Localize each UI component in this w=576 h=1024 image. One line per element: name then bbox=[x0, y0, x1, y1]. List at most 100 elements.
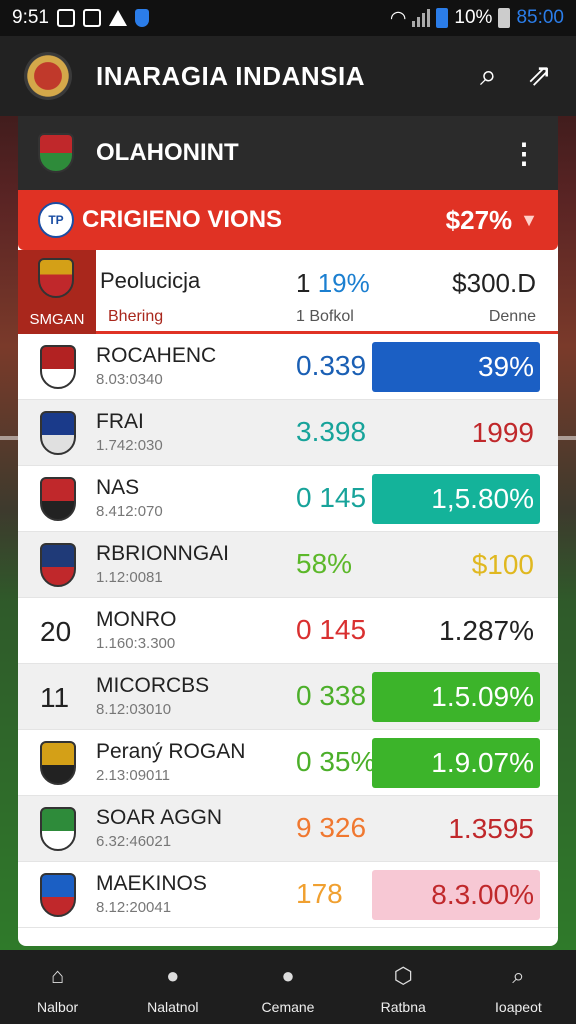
team-sub: 8.12:20041 bbox=[96, 899, 172, 916]
team-value: 39% bbox=[372, 342, 540, 392]
team-sub: 2.13:09011 bbox=[96, 767, 170, 784]
signal-icon bbox=[412, 9, 431, 27]
team-name: RBRIONNGAI bbox=[96, 542, 230, 565]
highlight-banner[interactable]: TP CRIGIENO VIONS $27% ▼ bbox=[18, 190, 558, 250]
team-sub: 8.12:03010 bbox=[96, 701, 172, 718]
banner-icon: TP bbox=[38, 202, 74, 238]
team-mid-value: 0 145 bbox=[296, 614, 367, 645]
col3-title: $300.D bbox=[452, 268, 536, 298]
team-crest-icon bbox=[40, 345, 76, 389]
team-crest-icon bbox=[40, 741, 76, 785]
table-row[interactable]: NAS 8.412:070 0 145 1,5.80% bbox=[18, 466, 558, 532]
nav-label: Nalatnol bbox=[147, 999, 199, 1015]
team-value: 1.5.09% bbox=[372, 672, 540, 722]
team-rank: 20 bbox=[40, 616, 72, 647]
team-value: 1.3595 bbox=[448, 813, 534, 844]
battery2-icon bbox=[498, 8, 511, 28]
team-name: MONRO bbox=[96, 608, 177, 631]
app-bar: INARAGIA INDANSIA ⌕ ⇗ bbox=[0, 36, 576, 116]
team-crest-icon bbox=[40, 873, 76, 917]
team-crest-icon bbox=[40, 543, 76, 587]
nav-item-cemane[interactable]: ● Cemane bbox=[230, 950, 345, 1024]
nav-item-ioapeot[interactable]: ⌕ Ioapeot bbox=[461, 950, 576, 1024]
nav-item-nalbor[interactable]: ⌂ Nalbor bbox=[0, 950, 115, 1024]
nav-label: Nalbor bbox=[36, 999, 79, 1015]
team-mid-value: 0 35% bbox=[296, 746, 376, 777]
status-bar: 9:51 ◠ 10% 85:00 bbox=[0, 0, 576, 36]
team-name: ROCAHENC bbox=[96, 344, 217, 367]
banner-title: CRIGIENO VIONS bbox=[82, 206, 283, 233]
standings-list: ROCAHENC 8.03:0340 0.339 39% FRAI 1.742:… bbox=[18, 334, 558, 928]
status-time: 85:00 bbox=[516, 7, 564, 28]
team-value: $100 bbox=[471, 549, 534, 580]
team-name: SOAR AGGN bbox=[96, 806, 223, 829]
col1-title: Peolucicja bbox=[100, 268, 201, 293]
card-header: OLAHONINT ⋮ bbox=[18, 116, 558, 190]
table-row[interactable]: Peraný ROGAN 2.13:09011 0 35% 1.9.07% bbox=[18, 730, 558, 796]
team-crest-icon bbox=[40, 477, 76, 521]
team-sub: 8.412:070 bbox=[96, 503, 163, 520]
warning-icon bbox=[108, 10, 127, 26]
team-sub: 6.32:46021 bbox=[96, 833, 172, 850]
team-mid-value: 0.339 bbox=[296, 350, 367, 381]
more-vert-icon[interactable]: ⋮ bbox=[510, 137, 538, 170]
shield-icon bbox=[134, 9, 149, 27]
card-title: OLAHONINT bbox=[96, 139, 239, 166]
share-icon[interactable]: ⇗ bbox=[527, 61, 552, 91]
hexagon-icon: ⬡ bbox=[393, 963, 413, 988]
crest-icon bbox=[38, 258, 74, 298]
col2-title-prefix: 1 bbox=[296, 268, 311, 298]
image-icon bbox=[56, 9, 75, 27]
table-row[interactable]: ROCAHENC 8.03:0340 0.339 39% bbox=[18, 334, 558, 400]
status-text: 9:51 bbox=[12, 7, 49, 28]
team-mid-value: 0 145 bbox=[296, 482, 367, 513]
record-icon: ● bbox=[281, 963, 295, 988]
team-mid-value: 178 bbox=[296, 878, 343, 909]
table-row[interactable]: FRAI 1.742:030 3.398 1999 bbox=[18, 400, 558, 466]
team-name: MAEKINOS bbox=[96, 872, 207, 895]
table-header: SMGAN Peolucicja Bhering 1 19% 1 Bofkol … bbox=[18, 250, 558, 334]
col2-title: 1 19% bbox=[296, 268, 370, 299]
team-rank: 11 bbox=[40, 682, 70, 713]
table-row[interactable]: 20 MONRO 1.160:3.300 0 145 1.287% bbox=[18, 598, 558, 664]
team-name: NAS bbox=[96, 476, 140, 499]
app-logo[interactable] bbox=[24, 52, 72, 100]
team-mid-value: 9 326 bbox=[296, 812, 367, 843]
team-crest-icon bbox=[40, 411, 76, 455]
table-row[interactable]: MAEKINOS 8.12:20041 178 8.3.00% bbox=[18, 862, 558, 928]
team-value: 1.9.07% bbox=[372, 738, 540, 788]
search-icon[interactable]: ⌕ bbox=[480, 61, 497, 91]
team-sub: 1.742:030 bbox=[96, 437, 163, 454]
col2-sub: 1 Bofkol bbox=[296, 308, 354, 325]
team-value: 1999 bbox=[471, 417, 534, 448]
col2-title-value: 19% bbox=[317, 268, 370, 298]
nav-item-ratbna[interactable]: ⬡ Ratbna bbox=[346, 950, 461, 1024]
home-icon: ⌂ bbox=[50, 963, 65, 988]
team-sub: 1.160:3.300 bbox=[96, 635, 176, 652]
col1-sub: Bhering bbox=[108, 308, 164, 325]
battery-percent: 10% bbox=[454, 7, 493, 28]
club-crest-icon bbox=[38, 133, 74, 173]
bottom-nav: ⌂ Nalbor ● Nalatnol ● Cemane ⬡ Ratbna ⌕ … bbox=[0, 950, 576, 1024]
team-mid-value: 3.398 bbox=[296, 416, 367, 447]
header-crest: SMGAN bbox=[18, 250, 96, 334]
table-row[interactable]: SOAR AGGN 6.32:46021 9 326 1.3595 bbox=[18, 796, 558, 862]
col3-sub: Denne bbox=[488, 308, 536, 325]
team-name: FRAI bbox=[96, 410, 144, 433]
nav-label: Cemane bbox=[261, 999, 315, 1015]
search-icon: ⌕ bbox=[512, 963, 525, 988]
table-row[interactable]: RBRIONNGAI 1.12:0081 58% $100 bbox=[18, 532, 558, 598]
wifi-icon: ◠ bbox=[389, 7, 407, 29]
team-value: 8.3.00% bbox=[372, 870, 540, 920]
team-value: 1,5.80% bbox=[372, 474, 540, 524]
camera-icon bbox=[82, 9, 101, 27]
table-row[interactable]: 11 MICORCBS 8.12:03010 0 338 1.5.09% bbox=[18, 664, 558, 730]
team-value: 1.287% bbox=[439, 615, 534, 646]
team-name: Peraný ROGAN bbox=[96, 740, 246, 763]
team-mid-value: 58% bbox=[296, 548, 353, 579]
nav-item-nalatnol[interactable]: ● Nalatnol bbox=[115, 950, 230, 1024]
chevron-down-icon[interactable]: ▼ bbox=[520, 210, 538, 231]
team-sub: 1.12:0081 bbox=[96, 569, 163, 586]
app-title: INARAGIA INDANSIA bbox=[96, 60, 365, 91]
battery-icon bbox=[436, 8, 449, 28]
